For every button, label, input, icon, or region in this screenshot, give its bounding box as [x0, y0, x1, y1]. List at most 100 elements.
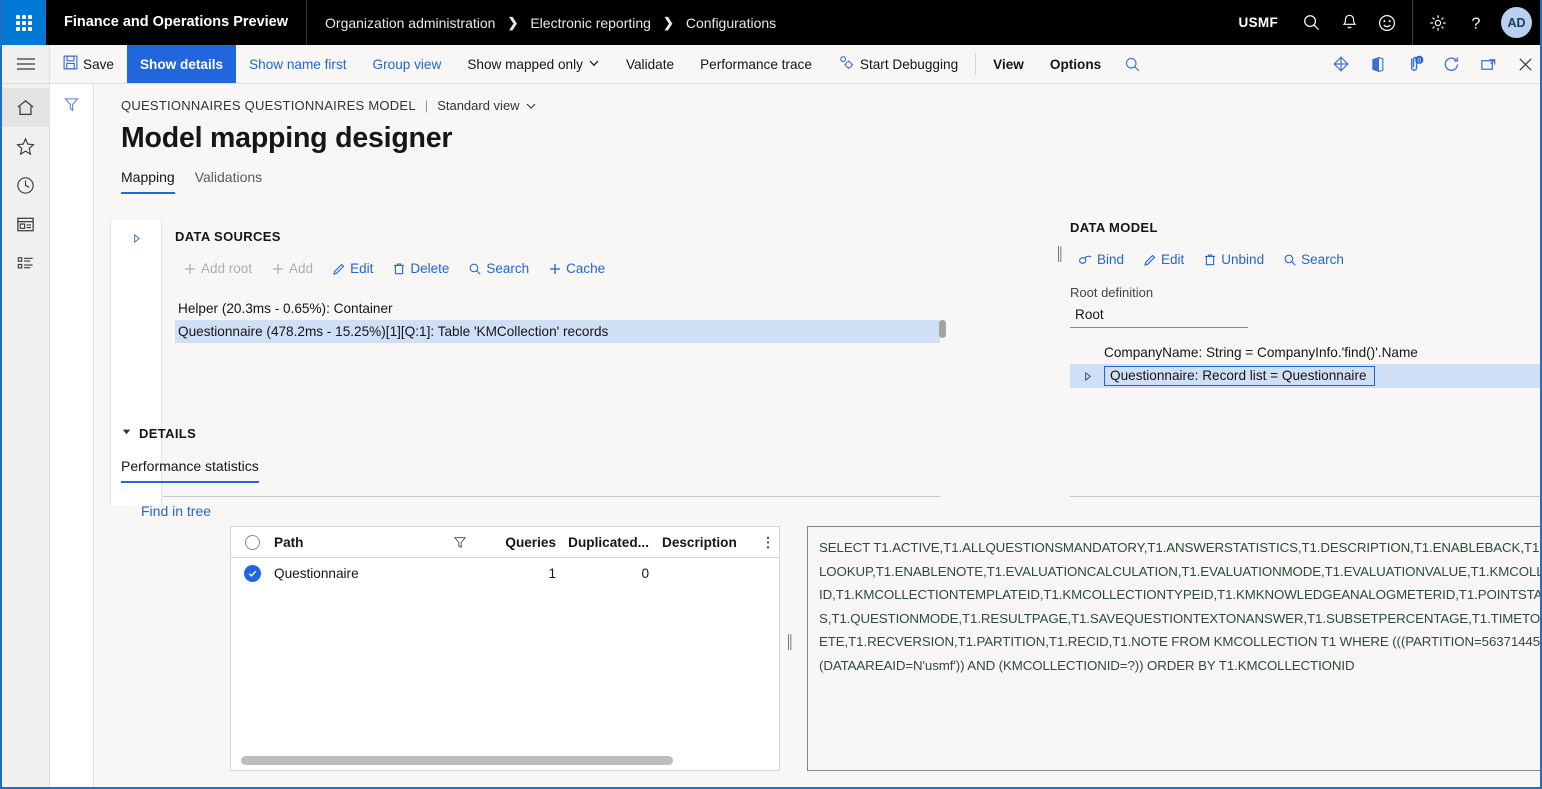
- add-label: Add: [289, 261, 314, 276]
- attachments-icon[interactable]: 0: [1396, 54, 1433, 74]
- view-selector[interactable]: Standard view: [437, 98, 536, 113]
- plus-icon: [273, 263, 284, 274]
- tab-mapping[interactable]: Mapping: [121, 169, 175, 194]
- page-caption-row: QUESTIONNAIRES QUESTIONNAIRES MODEL | St…: [95, 84, 1540, 113]
- filter-funnel-icon[interactable]: [434, 535, 486, 549]
- show-details-button[interactable]: Show details: [126, 45, 237, 83]
- search-icon[interactable]: [1114, 45, 1151, 83]
- action-pane: Save Show details Show name first Group …: [2, 45, 1540, 84]
- data-model-title: DATA MODEL: [1070, 220, 1158, 235]
- app-window: Finance and Operations Preview Organizat…: [0, 0, 1542, 789]
- hamburger-menu-icon[interactable]: [2, 45, 50, 83]
- refresh-icon[interactable]: [1433, 55, 1470, 74]
- favorites-star-icon[interactable]: [2, 127, 50, 166]
- table-row[interactable]: Questionnaire 1 0: [231, 558, 779, 588]
- workspaces-icon[interactable]: [2, 205, 50, 244]
- edit-button[interactable]: Edit: [324, 257, 381, 280]
- performance-trace-button[interactable]: Performance trace: [687, 45, 825, 83]
- recent-clock-icon[interactable]: [2, 166, 50, 205]
- add-button[interactable]: Add: [263, 257, 321, 280]
- cache-button[interactable]: Cache: [540, 257, 613, 280]
- data-sources-title: DATA SOURCES: [175, 229, 281, 244]
- modules-list-icon[interactable]: [2, 244, 50, 283]
- data-model-tree: CompanyName: String = CompanyInfo.'find(…: [1070, 340, 1540, 388]
- delete-button[interactable]: Delete: [384, 257, 457, 280]
- data-model-node[interactable]: Questionnaire: Record list = Questionnai…: [1070, 364, 1540, 388]
- unbind-label: Unbind: [1221, 252, 1265, 267]
- grid-header-row: Path Queries Duplicated... Description: [231, 527, 779, 558]
- group-view-button[interactable]: Group view: [360, 45, 455, 83]
- help-question-icon[interactable]: ?: [1457, 0, 1495, 45]
- view-menu[interactable]: View: [980, 45, 1037, 83]
- pencil-icon: [333, 263, 345, 275]
- app-launcher-icon[interactable]: [2, 0, 46, 45]
- tab-performance-statistics[interactable]: Performance statistics: [121, 458, 259, 483]
- search-label: Search: [1301, 252, 1344, 267]
- avatar[interactable]: AD: [1501, 7, 1532, 38]
- row-checkbox[interactable]: [231, 564, 274, 582]
- breadcrumb-item-electronic-reporting[interactable]: Electronic reporting: [530, 15, 651, 31]
- start-debugging-button[interactable]: Start Debugging: [825, 45, 971, 83]
- breadcrumb-item-organization-administration[interactable]: Organization administration: [325, 15, 495, 31]
- view-selector-label: Standard view: [437, 98, 520, 113]
- save-label: Save: [83, 56, 114, 72]
- breadcrumb-item-configurations[interactable]: Configurations: [686, 15, 776, 31]
- app-brand-title[interactable]: Finance and Operations Preview: [46, 0, 308, 45]
- filter-funnel-icon[interactable]: [63, 96, 80, 787]
- feedback-smiley-icon[interactable]: [1368, 0, 1406, 45]
- sql-statement-viewer[interactable]: SELECT T1.ACTIVE,T1.ALLQUESTIONSMANDATOR…: [807, 526, 1542, 771]
- details-header[interactable]: DETAILS: [95, 424, 1540, 442]
- bind-button[interactable]: Bind: [1070, 248, 1132, 271]
- popout-window-icon[interactable]: [1470, 55, 1507, 74]
- tab-validations[interactable]: Validations: [195, 169, 262, 194]
- root-definition-input[interactable]: [1070, 304, 1248, 328]
- edit-button[interactable]: Edit: [1135, 248, 1192, 271]
- column-header-description[interactable]: Description: [654, 535, 757, 550]
- top-navigation-bar: Finance and Operations Preview Organizat…: [2, 0, 1540, 45]
- options-menu[interactable]: Options: [1037, 45, 1114, 83]
- column-header-queries[interactable]: Queries: [486, 535, 556, 550]
- close-icon[interactable]: [1507, 55, 1540, 74]
- details-section: DETAILS Performance statistics Find in t…: [95, 424, 1542, 787]
- add-root-button[interactable]: Add root: [175, 257, 260, 280]
- details-splitter[interactable]: ║: [785, 634, 794, 649]
- column-header-duplicated[interactable]: Duplicated...: [556, 535, 654, 550]
- grid-horizontal-scrollbar[interactable]: [241, 756, 673, 765]
- select-all-circle-icon[interactable]: [231, 534, 274, 550]
- settings-gear-icon[interactable]: [1419, 0, 1457, 45]
- cell-queries: 1: [548, 565, 556, 581]
- search-button[interactable]: Search: [1275, 248, 1352, 271]
- expand-triangle-icon[interactable]: [1070, 371, 1104, 382]
- start-debugging-label: Start Debugging: [859, 56, 959, 72]
- column-options-icon[interactable]: [757, 535, 779, 550]
- data-sources-scrollbar-thumb[interactable]: [939, 320, 946, 338]
- tree-node[interactable]: Helper (20.3ms - 0.65%): Container: [175, 297, 940, 320]
- save-disk-icon: [63, 55, 78, 73]
- search-button[interactable]: Search: [460, 257, 537, 280]
- sql-text: SELECT T1.ACTIVE,T1.ALLQUESTIONSMANDATOR…: [819, 540, 1542, 673]
- divider: [1412, 0, 1413, 45]
- plus-icon: [550, 263, 561, 274]
- show-name-first-button[interactable]: Show name first: [236, 45, 359, 83]
- unbind-button[interactable]: Unbind: [1195, 248, 1272, 271]
- save-button[interactable]: Save: [50, 45, 127, 83]
- page-tabs: Mapping Validations: [95, 155, 1540, 194]
- dynamics-diamond-icon[interactable]: [1322, 54, 1359, 74]
- company-selector[interactable]: USMF: [1225, 15, 1292, 30]
- data-model-node[interactable]: CompanyName: String = CompanyInfo.'find(…: [1070, 340, 1540, 364]
- open-in-office-icon[interactable]: [1359, 55, 1396, 74]
- show-mapped-only-dropdown[interactable]: Show mapped only: [454, 45, 613, 83]
- search-icon[interactable]: [1292, 0, 1330, 45]
- tree-node[interactable]: Questionnaire (478.2ms - 15.25%)[1][Q:1]…: [175, 320, 940, 343]
- cell-duplicated: 0: [641, 565, 649, 581]
- home-icon[interactable]: [2, 88, 50, 127]
- find-in-tree-link[interactable]: Find in tree: [95, 483, 211, 519]
- breadcrumb-separator-icon: ❯: [507, 14, 519, 30]
- panel-splitter[interactable]: ║: [1055, 246, 1064, 261]
- column-header-path[interactable]: Path: [274, 535, 434, 550]
- collapse-triangle-icon[interactable]: [121, 424, 132, 442]
- notifications-bell-icon[interactable]: [1330, 0, 1368, 45]
- validate-button[interactable]: Validate: [613, 45, 687, 83]
- breadcrumb: Organization administration ❯ Electronic…: [307, 15, 776, 31]
- page-caption: QUESTIONNAIRES QUESTIONNAIRES MODEL: [121, 98, 416, 113]
